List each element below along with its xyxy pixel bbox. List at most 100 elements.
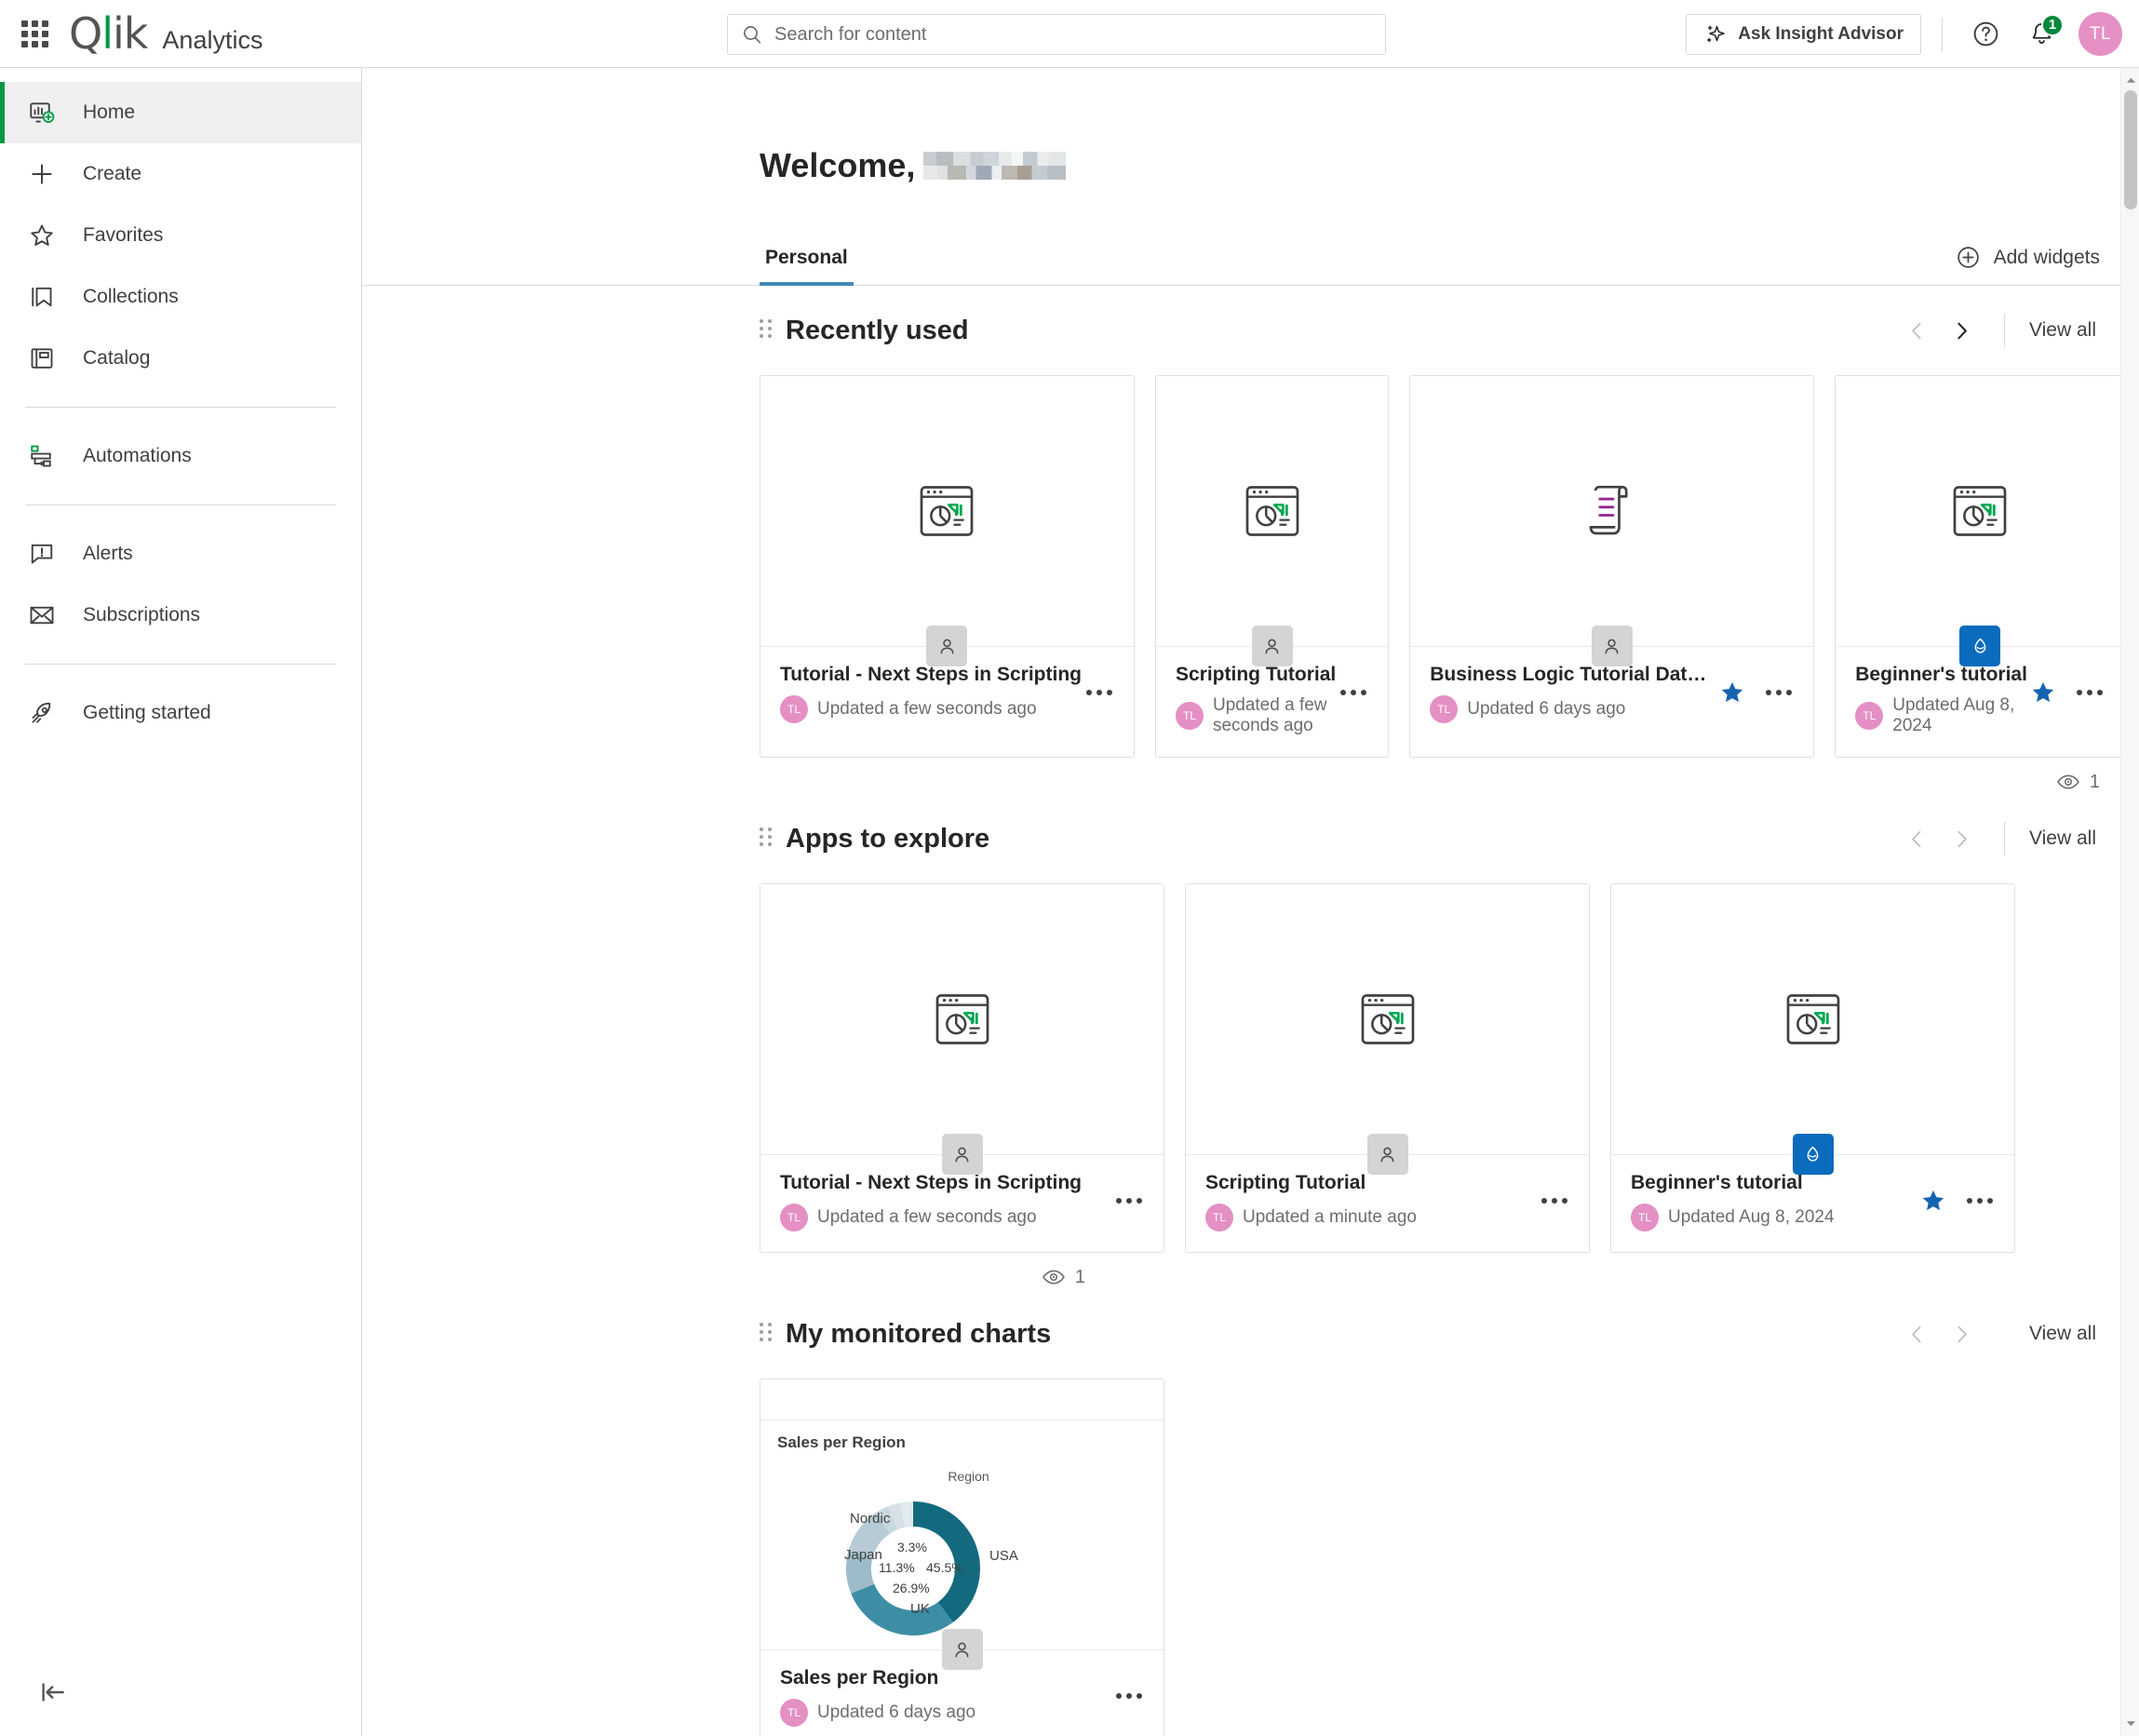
view-all-link[interactable]: View all bbox=[2025, 314, 2100, 347]
view-all-link[interactable]: View all bbox=[2025, 1317, 2100, 1351]
sidebar-item-subscriptions[interactable]: Subscriptions bbox=[0, 585, 361, 646]
slice-value-nordic: 3.3% bbox=[897, 1540, 927, 1554]
app-card[interactable]: Tutorial - Next Steps in Scripting TL Up… bbox=[760, 375, 1135, 758]
brand[interactable]: Qlik Analytics bbox=[69, 12, 262, 55]
card-divider bbox=[1155, 626, 1389, 666]
search-input[interactable] bbox=[774, 23, 1372, 46]
vertical-scrollbar[interactable] bbox=[2120, 68, 2139, 1736]
sidebar-item-home[interactable]: Home bbox=[0, 82, 361, 143]
favorite-star-button[interactable] bbox=[1716, 677, 1748, 708]
app-card[interactable]: Beginner's tutorial TL Updated Aug 8, 20… bbox=[1610, 883, 2015, 1253]
owner-avatar: TL bbox=[1855, 702, 1884, 730]
drag-handle-icon[interactable] bbox=[760, 828, 774, 850]
envelope-icon bbox=[25, 599, 59, 632]
view-count-value: 1 bbox=[1074, 1266, 1085, 1287]
ask-insight-advisor-button[interactable]: Ask Insight Advisor bbox=[1686, 13, 1921, 55]
sidebar-item-getting-started[interactable]: Getting started bbox=[0, 682, 361, 744]
tab-personal[interactable]: Personal bbox=[760, 247, 854, 286]
app-chart-icon bbox=[1953, 486, 2007, 536]
carousel-next-button[interactable] bbox=[1939, 308, 1984, 353]
sidebar-item-collections[interactable]: Collections bbox=[0, 266, 361, 328]
card-meta: TL Updated 6 days ago bbox=[1430, 695, 1716, 723]
scroll-down-arrow[interactable] bbox=[2121, 1714, 2139, 1734]
add-widgets-button[interactable]: Add widgets bbox=[1956, 245, 2100, 285]
card-actions bbox=[1082, 664, 1117, 708]
add-widgets-label: Add widgets bbox=[1993, 246, 2100, 268]
controls-divider bbox=[2004, 1317, 2005, 1351]
app-card[interactable]: Business Logic Tutorial Data Prep TL Upd… bbox=[1409, 375, 1815, 758]
sidebar-item-create[interactable]: Create bbox=[0, 143, 361, 205]
slice-label-usa: USA bbox=[989, 1548, 1018, 1564]
card-thumbnail bbox=[760, 376, 1134, 646]
star-filled-icon bbox=[2032, 681, 2054, 703]
drag-handle-icon[interactable] bbox=[760, 319, 774, 342]
carousel-next-button[interactable] bbox=[1939, 1312, 1984, 1356]
drag-handle-icon[interactable] bbox=[760, 1323, 774, 1345]
card-actions bbox=[1917, 1172, 1998, 1217]
app-card[interactable]: Tutorial - Next Steps in Scripting TL Up… bbox=[760, 883, 1164, 1253]
app-launcher-button[interactable] bbox=[0, 20, 69, 47]
eye-icon bbox=[1042, 1270, 1065, 1285]
shared-space-icon bbox=[1959, 626, 2001, 666]
app-card[interactable]: Beginner's tutorial TL Updated Aug 8, 20… bbox=[1835, 375, 2125, 758]
favorite-star-button[interactable] bbox=[2027, 677, 2059, 708]
app-card[interactable]: Scripting Tutorial TL Updated a minute a… bbox=[1185, 883, 1590, 1253]
search-box[interactable] bbox=[727, 14, 1386, 55]
app-card[interactable]: Scripting Tutorial TL Updated a few seco… bbox=[1154, 375, 1390, 758]
sidebar-item-catalog[interactable]: Catalog bbox=[0, 328, 361, 389]
body: Home Create Favorites Collections Catalo… bbox=[0, 68, 2139, 1736]
card-thumbnail bbox=[760, 884, 1164, 1154]
welcome-text: Welcome, bbox=[760, 146, 916, 184]
section-controls: View all bbox=[1894, 816, 2100, 861]
sidebar-item-automations[interactable]: Automations bbox=[0, 425, 361, 487]
scroll-up-arrow[interactable] bbox=[2121, 70, 2139, 90]
card-more-menu-button[interactable] bbox=[1336, 677, 1371, 708]
card-text: Beginner's tutorial TL Updated Aug 8, 20… bbox=[1855, 664, 2027, 736]
carousel-prev-button[interactable] bbox=[1894, 308, 1939, 353]
header-actions: Ask Insight Advisor 1 TL bbox=[1686, 0, 2122, 68]
notifications-button[interactable]: 1 bbox=[2019, 12, 2064, 57]
carousel-prev-button[interactable] bbox=[1894, 1312, 1939, 1356]
carousel-next-button[interactable] bbox=[1939, 816, 1984, 861]
slice-value-japan: 11.3% bbox=[879, 1560, 915, 1575]
section-title: Recently used bbox=[786, 315, 969, 345]
card-more-menu-button[interactable] bbox=[1537, 1185, 1572, 1217]
bookmark-icon bbox=[25, 280, 59, 314]
chart-body: Sales per Region Region Nordic Japan USA… bbox=[760, 1420, 1164, 1649]
chevron-right-icon bbox=[1957, 830, 1967, 847]
carousel-prev-button[interactable] bbox=[1894, 816, 1939, 861]
card-more-menu-button[interactable] bbox=[1962, 1185, 1998, 1217]
card-more-menu-button[interactable] bbox=[1082, 677, 1117, 708]
card-updated: Updated 6 days ago bbox=[1467, 699, 1626, 719]
help-button[interactable] bbox=[1963, 12, 2008, 57]
sidebar-item-label: Home bbox=[83, 101, 136, 123]
card-more-menu-button[interactable] bbox=[1111, 1680, 1147, 1712]
owner-avatar: TL bbox=[1175, 702, 1204, 730]
sidebar-divider-1 bbox=[25, 407, 336, 408]
tabs-row: Personal Add widgets bbox=[362, 228, 2139, 286]
card-thumbnail: Sales per Region Region Nordic Japan USA… bbox=[760, 1379, 1164, 1649]
collapse-sidebar-button[interactable] bbox=[28, 1667, 78, 1717]
view-all-link[interactable]: View all bbox=[2025, 822, 2100, 855]
card-row: Tutorial - Next Steps in Scripting TL Up… bbox=[760, 883, 2100, 1253]
sidebar-item-favorites[interactable]: Favorites bbox=[0, 205, 361, 266]
sidebar-item-label: Subscriptions bbox=[83, 604, 201, 626]
card-more-menu-button[interactable] bbox=[2072, 677, 2107, 708]
caret-up-icon bbox=[2126, 77, 2135, 83]
card-more-menu-button[interactable] bbox=[1111, 1185, 1147, 1217]
scrollbar-thumb[interactable] bbox=[2124, 90, 2137, 209]
section-controls: View all bbox=[1894, 1312, 2100, 1356]
logo-l: l bbox=[101, 8, 114, 59]
card-more-menu-button[interactable] bbox=[1761, 677, 1796, 708]
sidebar-item-alerts[interactable]: Alerts bbox=[0, 523, 361, 585]
favorite-star-button[interactable] bbox=[1917, 1185, 1949, 1217]
card-divider bbox=[1410, 626, 1814, 666]
owner-avatar: TL bbox=[1430, 695, 1459, 723]
controls-divider bbox=[2004, 822, 2006, 855]
chart-dimension-label: Region bbox=[948, 1469, 989, 1484]
chart-card[interactable]: Sales per Region Region Nordic Japan USA… bbox=[760, 1379, 1164, 1736]
view-count-indicator: 1 bbox=[2056, 770, 2100, 794]
card-title: Scripting Tutorial bbox=[1205, 1172, 1366, 1193]
search-icon bbox=[744, 26, 761, 44]
user-avatar[interactable]: TL bbox=[2078, 12, 2122, 56]
